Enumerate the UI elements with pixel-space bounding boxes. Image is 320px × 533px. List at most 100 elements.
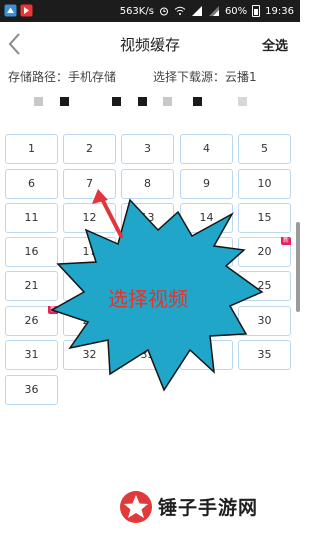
storage-path-label[interactable]: 存储路径：手机存储: [8, 68, 116, 85]
episode-number: 9: [203, 177, 210, 190]
episode-number: 19: [199, 245, 214, 258]
episode-cell[interactable]: 12: [63, 203, 116, 233]
watermark-text: 锤子手游网: [158, 497, 259, 519]
notification-icons: [4, 4, 33, 17]
episode-number: 35: [257, 348, 272, 361]
episode-cell[interactable]: 5: [238, 134, 291, 164]
episode-number: 11: [24, 211, 39, 224]
episode-number: 25: [257, 279, 272, 292]
blurred-block: [193, 97, 202, 106]
episode-number: 33: [140, 348, 155, 361]
episode-number: 23: [140, 279, 155, 292]
episode-cell[interactable]: 18: [121, 237, 174, 267]
episode-number: 29: [199, 314, 214, 327]
episode-cell[interactable]: 13: [121, 203, 174, 233]
episode-cell[interactable]: 32: [63, 340, 116, 370]
episode-number: 8: [144, 177, 151, 190]
episode-cell[interactable]: 33: [121, 340, 174, 370]
signal-icon: [208, 6, 219, 16]
episode-number: 13: [140, 211, 155, 224]
blurred-content-row: [0, 94, 300, 108]
episode-cell[interactable]: 21: [5, 271, 58, 301]
episode-cell[interactable]: 14: [180, 203, 233, 233]
episode-cell[interactable]: 29: [180, 306, 233, 336]
episode-number: 18: [140, 245, 155, 258]
episode-number: 14: [199, 211, 214, 224]
episode-number: 10: [257, 177, 272, 190]
episode-cell[interactable]: 26 新: [5, 306, 58, 336]
episode-cell[interactable]: 28: [121, 306, 174, 336]
page-title: 视频缓存: [119, 36, 180, 54]
signal-icon: [191, 6, 202, 16]
episode-cell[interactable]: 6: [5, 169, 58, 199]
episode-number: 21: [24, 279, 39, 292]
episode-number: 15: [257, 211, 272, 224]
episode-number: 16: [24, 245, 39, 258]
episode-number: 28: [140, 314, 155, 327]
episode-cell[interactable]: 19: [180, 237, 233, 267]
blurred-block: [60, 97, 69, 106]
episode-number: 17: [82, 245, 97, 258]
episode-cell[interactable]: 1: [5, 134, 58, 164]
status-bar: 563K/s 60% 19:36: [0, 0, 300, 22]
app-notification-icon: [4, 4, 17, 17]
blurred-block: [238, 97, 247, 106]
episode-cell[interactable]: 15: [238, 203, 291, 233]
clock: 19:36: [265, 5, 294, 17]
episode-number: 20: [257, 245, 272, 258]
download-source-selector[interactable]: 选择下载源：云播1: [153, 68, 257, 85]
episode-cell[interactable]: 25: [238, 271, 291, 301]
episode-cell[interactable]: 17: [63, 237, 116, 267]
episode-number: 30: [257, 314, 272, 327]
alarm-icon: [159, 7, 168, 16]
episode-cell[interactable]: 9: [180, 169, 233, 199]
battery-icon: [252, 5, 261, 17]
episode-number: 27: [82, 314, 97, 327]
episode-cell[interactable]: 36: [5, 375, 58, 405]
episode-cell[interactable]: 20 新: [238, 237, 291, 267]
scrollbar[interactable]: [296, 222, 300, 312]
episode-number: 7: [86, 177, 93, 190]
episode-number: 2: [86, 142, 93, 155]
episode-number: 36: [24, 383, 39, 396]
episode-number: 22: [82, 279, 97, 292]
episode-number: 4: [203, 142, 210, 155]
app-header: 视频缓存 全选: [0, 22, 300, 66]
episode-number: 31: [24, 348, 39, 361]
episode-cell[interactable]: 30: [238, 306, 291, 336]
episode-cell[interactable]: 2: [63, 134, 116, 164]
episode-number: 32: [82, 348, 97, 361]
episode-number: 3: [144, 142, 151, 155]
blurred-block: [163, 97, 172, 106]
battery-percent: 60%: [224, 5, 248, 17]
episode-cell[interactable]: 4: [180, 134, 233, 164]
episode-cell[interactable]: 22: [63, 271, 116, 301]
episode-number: 12: [82, 211, 97, 224]
episode-number: 1: [28, 142, 35, 155]
episode-number: 24: [199, 279, 214, 292]
episode-cell[interactable]: 16: [5, 237, 58, 267]
select-all-button[interactable]: 全选: [262, 35, 288, 54]
episode-cell[interactable]: 23: [121, 271, 174, 301]
wifi-icon: [174, 6, 186, 15]
episode-number: 5: [261, 142, 268, 155]
new-badge: 新: [47, 306, 58, 314]
episode-cell[interactable]: 10: [238, 169, 291, 199]
blurred-block: [34, 97, 43, 106]
episode-cell[interactable]: 34: [180, 340, 233, 370]
network-speed: 563K/s: [119, 5, 154, 17]
watermark-logo: [120, 491, 152, 523]
app-notification-icon: [20, 4, 33, 17]
episode-cell[interactable]: 35: [238, 340, 291, 370]
episode-cell[interactable]: 24: [180, 271, 233, 301]
blurred-block: [112, 97, 121, 106]
episode-cell[interactable]: 11: [5, 203, 58, 233]
episode-cell[interactable]: 8: [121, 169, 174, 199]
episode-number: 26: [24, 314, 39, 327]
episode-number: 34: [199, 348, 214, 361]
episode-cell[interactable]: 7: [63, 169, 116, 199]
episode-cell[interactable]: 3: [121, 134, 174, 164]
episode-cell[interactable]: 27: [63, 306, 116, 336]
episode-number: 6: [28, 177, 35, 190]
episode-cell[interactable]: 31: [5, 340, 58, 370]
